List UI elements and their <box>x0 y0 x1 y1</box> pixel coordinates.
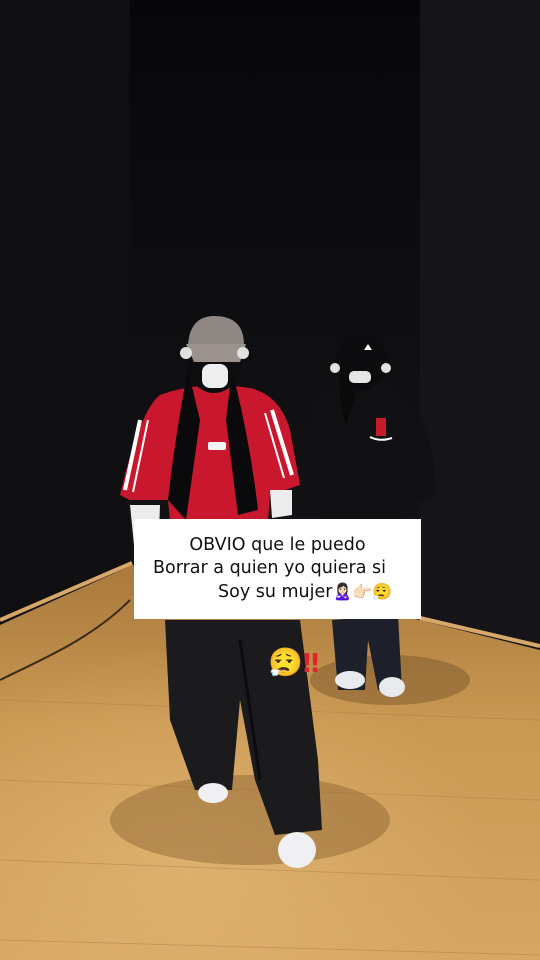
dance-studio-scene <box>0 0 540 960</box>
caption-line-3-text: Soy su mujer <box>218 582 333 602</box>
caption-box: OBVIO que le puedo Borrar a quien yo qui… <box>134 519 421 619</box>
video-frame: OBVIO que le puedo Borrar a quien yo qui… <box>0 0 540 960</box>
caption-line-1: OBVIO que le puedo <box>189 535 366 555</box>
caption-line-2: Borrar a quien yo quiera si <box>153 558 386 578</box>
caption-line-3: Soy su mujer🙎🏻‍♀️👉🏻😮‍💨 <box>148 580 407 604</box>
dancer-shadow-left <box>110 775 390 865</box>
double-exclamation-icon: ‼ <box>302 649 319 679</box>
wall-left-panel <box>0 0 130 620</box>
exhale-emoji-sticker: 😮‍💨‼ <box>268 646 319 681</box>
exhale-face-icon: 😮‍💨 <box>268 646 303 679</box>
caption-emojis: 🙎🏻‍♀️👉🏻😮‍💨 <box>332 582 393 601</box>
wall-right-panel <box>420 0 540 645</box>
